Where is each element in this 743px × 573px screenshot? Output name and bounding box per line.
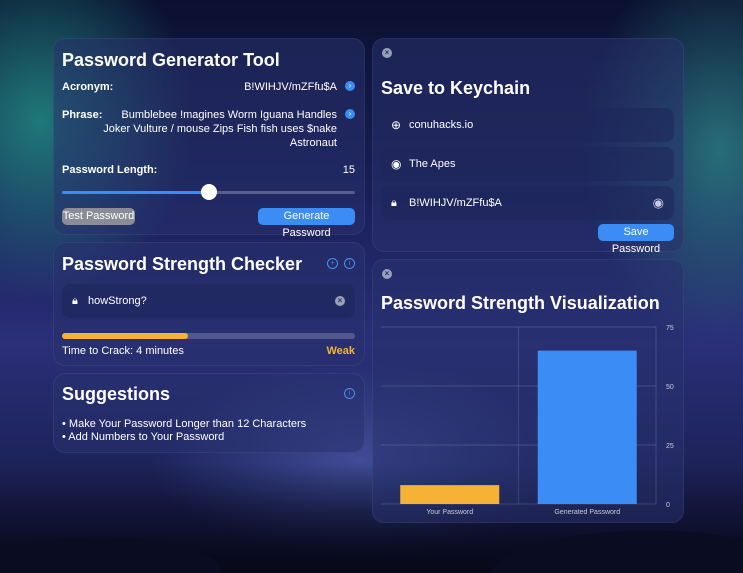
crack-time-text: Time to Crack: 4 minutes	[62, 345, 184, 357]
globe-icon: ⊕	[391, 118, 402, 132]
strength-bar-chart: 0 25 50 75 Your Password Generated Password	[381, 325, 674, 516]
phrase-line-2: Joker Vulture / mouse Zips Fish fish use…	[103, 123, 337, 135]
eye-icon[interactable]: ◉	[653, 186, 664, 220]
website-value: conuhacks.io	[409, 119, 474, 131]
keychain-panel: × Save to Keychain ⊕ conuhacks.io ◉ The …	[372, 38, 684, 255]
suggestion-item: • Add Numbers to Your Password	[62, 431, 225, 443]
acronym-value: B!WIHJV/mZFfu$A	[244, 81, 337, 93]
chart-bar	[400, 485, 500, 504]
strength-checker-panel: Password Strength Checker + i 🔒︎ howStro…	[53, 242, 365, 366]
phrase-line-1: Bumblebee !magines Worm Iguana Handles	[121, 109, 337, 121]
length-label: Password Length:	[62, 164, 158, 176]
suggestion-item: • Make Your Password Longer than 12 Char…	[62, 418, 307, 430]
strength-progress-fill	[62, 333, 188, 339]
copy-acronym-icon[interactable]: ›	[345, 81, 355, 91]
strength-input-value: howStrong?	[88, 295, 147, 307]
x-tick-label: Generated Password	[554, 509, 620, 516]
password-value: B!WIHJV/mZFfu$A	[409, 197, 502, 209]
generate-password-button[interactable]: Generate Password	[258, 208, 355, 239]
y-tick-label: 25	[666, 443, 674, 450]
website-field[interactable]: ⊕ conuhacks.io	[381, 108, 674, 142]
chart-title: Password Strength Visualization	[381, 293, 660, 313]
strength-progress-bar	[62, 333, 355, 339]
length-value: 15	[342, 164, 355, 176]
phrase-label: Phrase:	[62, 109, 103, 121]
strength-input-field[interactable]: 🔒︎ howStrong? ×	[62, 284, 355, 318]
close-visualization-icon[interactable]: ×	[382, 269, 392, 279]
y-tick-label: 0	[666, 502, 670, 509]
password-field[interactable]: 🔒︎ B!WIHJV/mZFfu$A ◉	[381, 186, 674, 220]
suggestions-title: Suggestions	[62, 384, 171, 404]
strength-rating: Weak	[326, 345, 355, 357]
acronym-label: Acronym:	[62, 81, 114, 93]
y-tick-label: 75	[666, 325, 674, 332]
test-password-button[interactable]: Test Password	[62, 208, 135, 225]
x-tick-label: Your Password	[426, 509, 473, 516]
strength-title: Password Strength Checker	[62, 254, 303, 274]
slider-knob[interactable]	[200, 184, 217, 200]
close-keychain-icon[interactable]: ×	[382, 48, 392, 58]
copy-phrase-icon[interactable]: ›	[345, 109, 355, 119]
lock-icon: 🔒︎	[72, 295, 78, 307]
add-icon[interactable]: +	[327, 258, 338, 269]
save-password-button[interactable]: Save Password	[598, 224, 674, 255]
y-tick-label: 50	[666, 384, 674, 391]
info-icon[interactable]: i	[344, 258, 355, 269]
username-field[interactable]: ◉ The Apes	[381, 147, 674, 181]
username-value: The Apes	[409, 158, 456, 170]
lock-icon: 🔒︎	[391, 197, 397, 209]
length-slider[interactable]	[62, 184, 355, 200]
visualization-panel: × Password Strength Visualization 0 25 50 7…	[372, 259, 684, 523]
generator-title: Password Generator Tool	[62, 50, 280, 70]
suggestions-panel: Suggestions i • Make Your Password Longe…	[53, 373, 365, 453]
keychain-title: Save to Keychain	[381, 78, 531, 98]
suggestions-info-icon[interactable]: i	[344, 388, 355, 399]
chart-bar	[537, 350, 637, 504]
clear-input-icon[interactable]: ×	[335, 296, 345, 306]
phrase-line-3: Astronaut	[289, 137, 337, 149]
slider-fill	[62, 191, 209, 194]
password-generator-panel: Password Generator Tool Acronym: B!WIHJV…	[53, 38, 365, 239]
user-icon: ◉	[391, 157, 402, 171]
